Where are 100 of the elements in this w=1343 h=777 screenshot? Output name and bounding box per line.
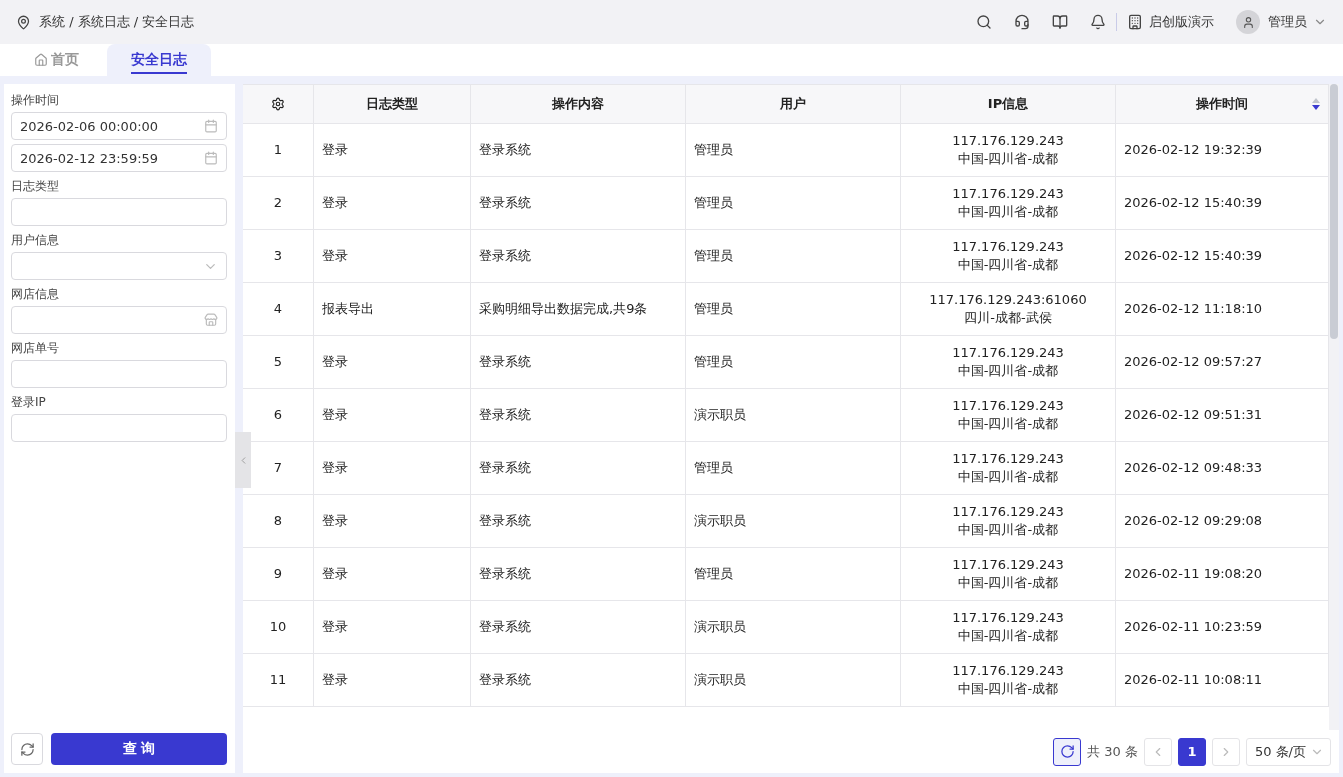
table-cell: 登录 (314, 601, 471, 654)
table-cell: 117.176.129.243 中国-四川省-成都 (901, 495, 1116, 548)
table-cell: 管理员 (686, 124, 901, 177)
table-cell: 117.176.129.243 中国-四川省-成都 (901, 389, 1116, 442)
date-field[interactable]: 2026-02-06 00:00:00 (11, 112, 227, 140)
date-field[interactable]: 2026-02-12 23:59:59 (11, 144, 227, 172)
table-cell: 登录系统 (471, 177, 686, 230)
column-header: 日志类型 (366, 95, 418, 113)
table-cell: 登录 (314, 442, 471, 495)
table-cell: 登录系统 (471, 336, 686, 389)
query-button[interactable]: 查 询 (51, 733, 227, 765)
table-cell: 登录系统 (471, 124, 686, 177)
collapse-handle[interactable] (235, 432, 251, 488)
column-header: 操作时间 (1196, 95, 1248, 113)
table-cell: 登录系统 (471, 389, 686, 442)
table-cell: 6 (243, 389, 314, 442)
table-cell: 117.176.129.243 中国-四川省-成都 (901, 230, 1116, 283)
table-cell: 登录系统 (471, 548, 686, 601)
bell-icon[interactable] (1090, 14, 1106, 30)
search-icon[interactable] (976, 14, 992, 30)
filter-label: 网店信息 (11, 286, 60, 303)
input-field[interactable] (11, 414, 227, 442)
reset-button[interactable] (11, 733, 43, 765)
table-cell: 登录 (314, 654, 471, 707)
total-count: 共 30 条 (1087, 742, 1138, 761)
calendar-icon (204, 119, 218, 133)
user-menu[interactable]: 管理员 (1268, 13, 1327, 31)
table-cell: 2 (243, 177, 314, 230)
table-cell: 管理员 (686, 548, 901, 601)
table-cell: 登录 (314, 389, 471, 442)
table-cell: 5 (243, 336, 314, 389)
tab[interactable]: 安全日志 (107, 44, 211, 76)
table-cell: 登录系统 (471, 601, 686, 654)
reset-icon (19, 741, 35, 757)
breadcrumb: 系统 / 系统日志 / 安全日志 (39, 13, 196, 31)
table-cell: 117.176.129.243 中国-四川省-成都 (901, 177, 1116, 230)
table-cell: 演示职员 (686, 601, 901, 654)
column-header: 操作内容 (552, 95, 604, 113)
calendar-icon (204, 151, 218, 165)
filter-label: 网店单号 (11, 340, 60, 357)
page-button[interactable]: 1 (1177, 737, 1206, 766)
table-cell: 登录 (314, 177, 471, 230)
table-cell: 演示职员 (686, 495, 901, 548)
table-cell: 管理员 (686, 442, 901, 495)
table-cell: 管理员 (686, 177, 901, 230)
table-cell: 登录 (314, 548, 471, 601)
scrollbar-thumb[interactable] (1330, 84, 1338, 339)
next-page-button[interactable] (1211, 737, 1240, 766)
table-cell: 117.176.129.243 中国-四川省-成都 (901, 654, 1116, 707)
table-cell: 登录系统 (471, 442, 686, 495)
store-icon (204, 313, 218, 327)
table-cell: 登录 (314, 495, 471, 548)
input-field[interactable] (11, 360, 227, 388)
table-cell: 10 (243, 601, 314, 654)
refresh-button[interactable] (1053, 737, 1082, 766)
table-cell: 117.176.129.243 中国-四川省-成都 (901, 442, 1116, 495)
table-cell: 登录 (314, 336, 471, 389)
table-cell: 8 (243, 495, 314, 548)
table-cell: 登录系统 (471, 230, 686, 283)
table-cell: 3 (243, 230, 314, 283)
organization-name: 启创版演示 (1149, 13, 1214, 31)
sort-icon[interactable] (1312, 98, 1320, 110)
table-cell: 登录系统 (471, 654, 686, 707)
column-header: 用户 (780, 95, 806, 113)
refresh-icon (1059, 744, 1075, 759)
table-cell: 117.176.129.243:61060 四川-成都-武侯 (901, 283, 1116, 336)
location-pin-icon (16, 14, 31, 30)
input-field[interactable] (11, 306, 227, 334)
table-cell: 登录 (314, 230, 471, 283)
headset-icon[interactable] (1014, 14, 1030, 30)
filter-label: 用户信息 (11, 232, 60, 249)
page-size-select[interactable]: 50 条/页 (1245, 737, 1331, 766)
table-cell: 117.176.129.243 中国-四川省-成都 (901, 336, 1116, 389)
table-cell: 管理员 (686, 230, 901, 283)
settings-icon[interactable] (271, 97, 285, 111)
building-icon (1127, 14, 1143, 30)
column-header: IP信息 (987, 95, 1029, 113)
table-cell: 11 (243, 654, 314, 707)
table-cell: 登录系统 (471, 495, 686, 548)
table-cell: 管理员 (686, 283, 901, 336)
select-field[interactable] (11, 252, 227, 280)
filter-label: 操作时间 (11, 92, 60, 109)
filter-label: 日志类型 (11, 178, 60, 195)
user-avatar (1236, 10, 1260, 34)
table-cell: 演示职员 (686, 654, 901, 707)
table-cell: 1 (243, 124, 314, 177)
table-cell: 4 (243, 283, 314, 336)
previous-page-button[interactable] (1143, 737, 1172, 766)
table-cell: 117.176.129.243 中国-四川省-成都 (901, 601, 1116, 654)
input-field[interactable] (11, 198, 227, 226)
table-cell: 报表导出 (314, 283, 471, 336)
table-cell: 登录 (314, 124, 471, 177)
book-icon[interactable] (1052, 14, 1068, 30)
table-cell: 管理员 (686, 336, 901, 389)
table-cell: 117.176.129.243 中国-四川省-成都 (901, 124, 1116, 177)
filter-label: 登录IP (11, 394, 47, 411)
table-cell: 9 (243, 548, 314, 601)
home-icon (34, 53, 48, 67)
table-cell: 117.176.129.243 中国-四川省-成都 (901, 548, 1116, 601)
table-cell: 演示职员 (686, 389, 901, 442)
